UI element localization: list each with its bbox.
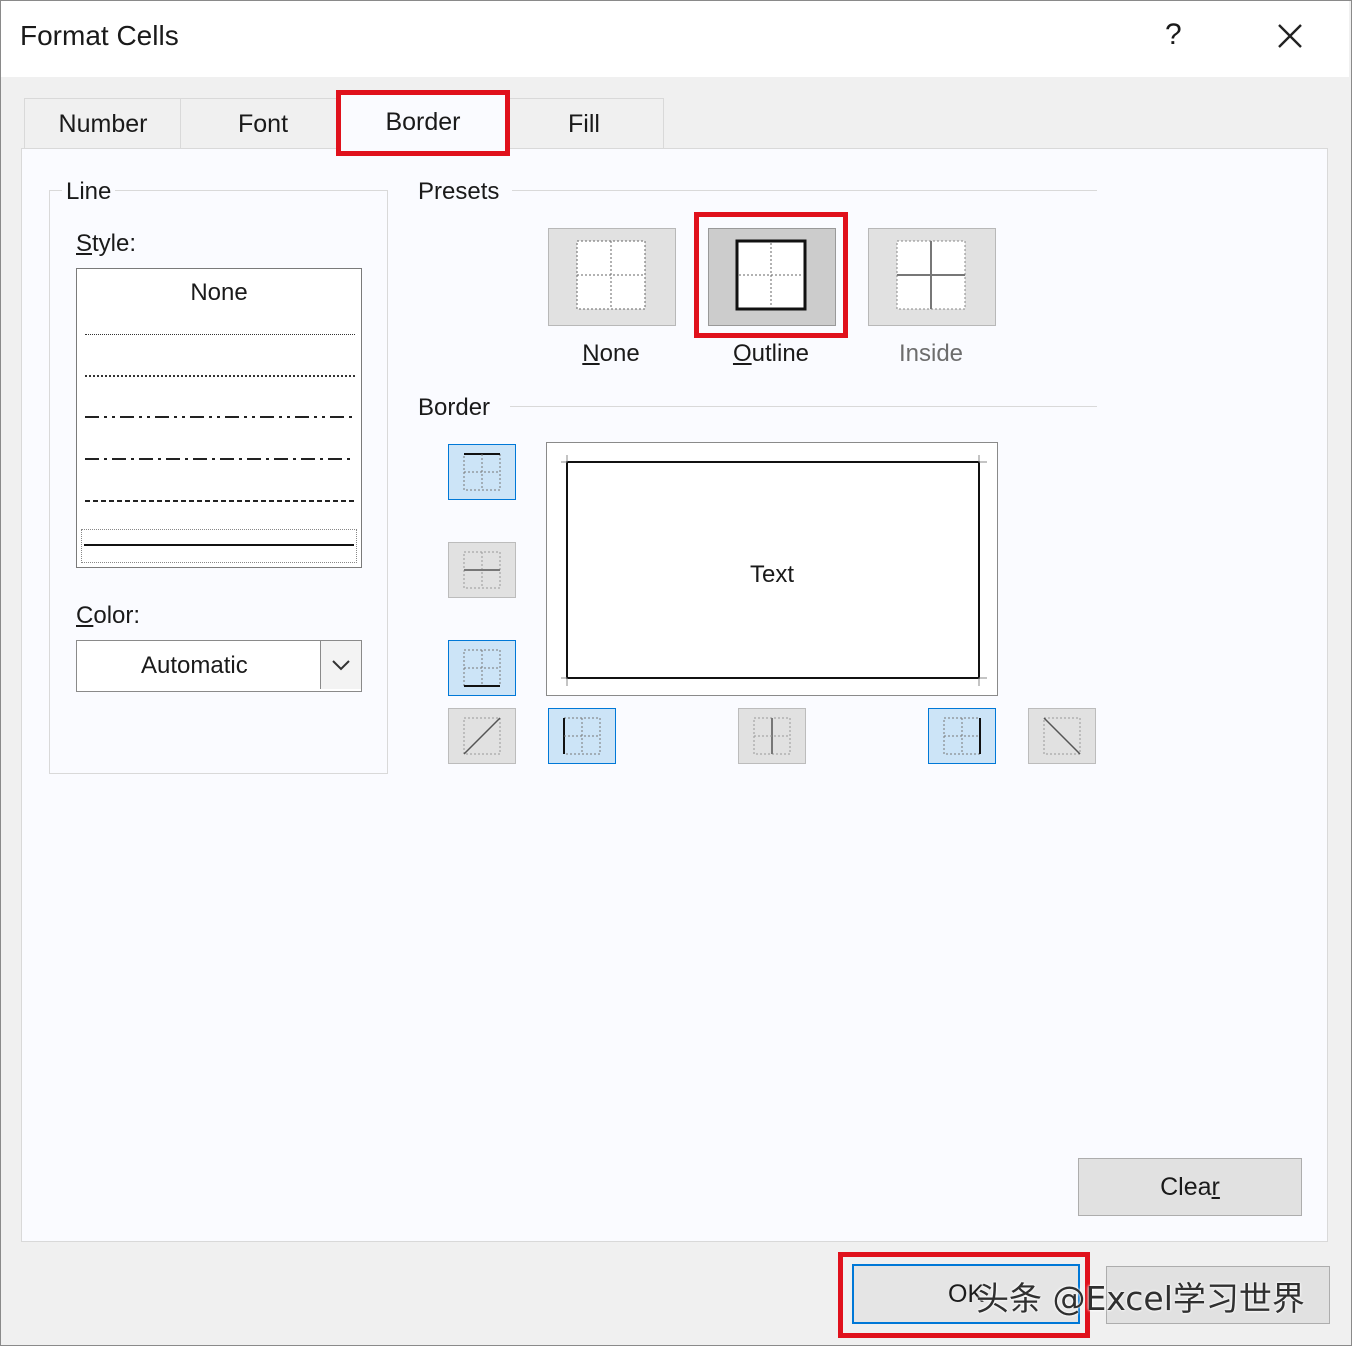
style-none-option[interactable]: None [77, 279, 361, 307]
title-bar [1, 1, 1349, 77]
help-button[interactable]: ? [1165, 18, 1182, 52]
watermark: 头条 @Excel学习世界 [976, 1279, 1305, 1318]
style-thin-option[interactable] [81, 529, 357, 563]
preview-text: Text [749, 561, 794, 588]
preset-none-label: None [582, 340, 640, 367]
border-right-button[interactable] [928, 708, 996, 764]
border-diagonal-up-button[interactable] [448, 708, 516, 764]
border-preview[interactable]: Text [546, 442, 998, 696]
line-group-label: Line [62, 178, 116, 206]
clear-button[interactable]: Clea r [1078, 1158, 1302, 1216]
style-dash-dot-dot-option[interactable] [85, 415, 355, 419]
dropdown-arrow[interactable] [320, 641, 361, 689]
tab-border-highlight [336, 90, 510, 156]
border-bottom-icon [463, 649, 501, 687]
preset-none-button[interactable] [548, 228, 676, 326]
style-label: Style: [76, 230, 137, 257]
border-top-icon [463, 453, 501, 491]
style-dash-dot-option[interactable] [85, 457, 355, 461]
line-style-list[interactable]: None [76, 268, 362, 568]
border-bottom-button[interactable] [448, 640, 516, 696]
preset-inside-button[interactable] [868, 228, 996, 326]
tab-fill[interactable]: Fill [504, 98, 664, 149]
border-right-icon [943, 717, 981, 755]
border-left-icon [563, 717, 601, 755]
preset-outline-highlight [694, 212, 848, 338]
style-hair-option[interactable] [85, 334, 355, 335]
presets-separator [512, 190, 1097, 191]
chevron-down-icon [332, 660, 350, 671]
border-separator [510, 406, 1097, 407]
style-dotted-option[interactable] [85, 375, 355, 377]
preset-outline-label: Outline [732, 340, 810, 367]
border-inside-vertical-icon [753, 717, 791, 755]
border-left-button[interactable] [548, 708, 616, 764]
border-inside-vertical-button[interactable] [738, 708, 806, 764]
color-dropdown[interactable]: Automatic [76, 640, 362, 692]
close-button[interactable] [1270, 16, 1310, 56]
preset-none-icon [576, 240, 646, 310]
color-label: Color: [76, 602, 141, 629]
dialog-title: Format Cells [20, 20, 179, 51]
border-diagonal-down-button[interactable] [1028, 708, 1096, 764]
border-inside-horizontal-icon [463, 551, 501, 589]
presets-group-label: Presets [414, 178, 504, 206]
border-top-button[interactable] [448, 444, 516, 500]
preset-inside-label: Inside [898, 340, 964, 367]
preset-inside-icon [896, 240, 966, 310]
tab-font[interactable]: Font [180, 98, 346, 149]
close-icon [1278, 24, 1302, 48]
border-group-label: Border [414, 394, 495, 422]
style-dashed-option[interactable] [85, 499, 355, 503]
tab-number[interactable]: Number [24, 98, 182, 149]
diagonal-up-icon [463, 717, 501, 755]
border-inside-horizontal-button[interactable] [448, 542, 516, 598]
diagonal-down-icon [1043, 717, 1081, 755]
color-value: Automatic [141, 652, 248, 679]
